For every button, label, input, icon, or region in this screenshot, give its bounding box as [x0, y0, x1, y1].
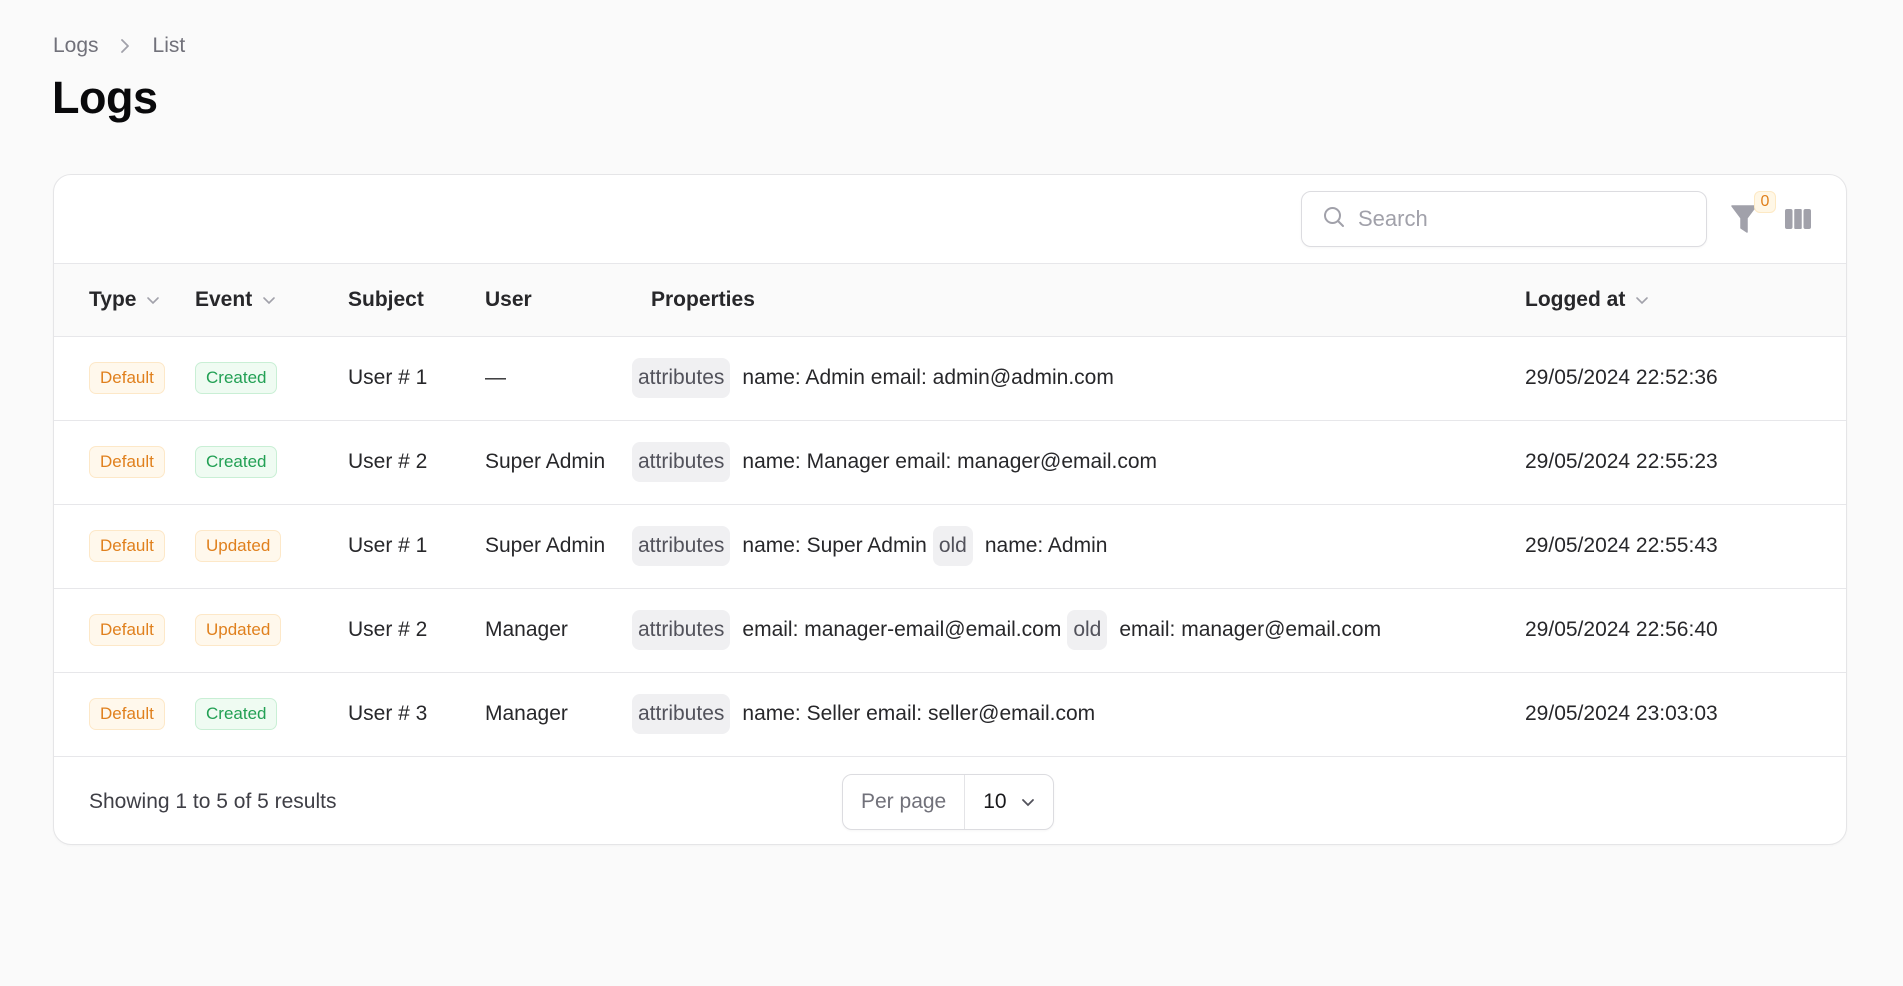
per-page-select[interactable]: 10 [965, 775, 1052, 829]
attributes-value: email: manager-email@email.com [742, 618, 1062, 641]
properties: attributes name: Manager email: manager@e… [632, 442, 1525, 482]
cell-subject: User # 1 [348, 534, 428, 557]
properties: attributes name: Super Admin old name: Admi… [632, 526, 1525, 566]
table-row[interactable]: Default Updated User # 1 Super Admin attribu… [54, 504, 1846, 588]
table-row[interactable]: Default Created User # 3 Manager attributes n… [54, 672, 1846, 756]
cell-logged-at: 29/05/2024 22:52:36 [1525, 366, 1718, 389]
column-header-type[interactable]: Type [54, 264, 195, 336]
cell-type: Default [54, 672, 195, 756]
table-row[interactable]: Default Updated User # 2 Manager attributes e… [54, 588, 1846, 672]
per-page-value: 10 [983, 789, 1007, 813]
breadcrumb-logs[interactable]: Logs [53, 34, 99, 58]
chevron-down-icon [146, 288, 160, 312]
attributes-value: name: Manager email: manager@email.com [742, 450, 1158, 473]
column-header-subject: Subject [348, 287, 424, 311]
cell-event: Updated [195, 588, 348, 672]
columns-icon [1784, 209, 1812, 235]
search-icon [1322, 205, 1346, 234]
properties: attributes name: Admin email: admin@admin… [632, 358, 1525, 398]
cell-type: Default [54, 588, 195, 672]
attributes-chip: attributes [632, 526, 731, 566]
search-field[interactable] [1301, 191, 1707, 247]
search-input[interactable] [1358, 206, 1698, 232]
cell-event: Created [195, 420, 348, 504]
cell-logged-at: 29/05/2024 23:03:03 [1525, 702, 1718, 725]
toggle-columns-button[interactable] [1784, 207, 1812, 231]
cell-logged-at: 29/05/2024 22:55:23 [1525, 450, 1718, 473]
event-badge: Updated [195, 614, 282, 646]
old-chip: old [932, 526, 973, 566]
event-badge: Updated [195, 530, 282, 562]
per-page-control: Per page 10 [842, 773, 1054, 830]
cell-event: Created [195, 336, 348, 420]
cell-user: — [485, 366, 506, 389]
attributes-value: name: Super Admin [742, 534, 927, 557]
attributes-chip: attributes [632, 610, 731, 650]
event-badge: Created [195, 698, 278, 730]
cell-subject: User # 2 [348, 450, 428, 473]
cell-properties: attributes email: manager-email@email.com… [632, 588, 1525, 672]
cell-event: Created [195, 672, 348, 756]
type-badge: Default [89, 698, 165, 730]
table-header-row: Type Event Subject User Properties Logge… [54, 264, 1846, 336]
old-chip: old [1067, 610, 1108, 650]
properties: attributes email: manager-email@email.com… [632, 610, 1525, 650]
column-header-event[interactable]: Event [195, 264, 348, 336]
type-badge: Default [89, 614, 165, 646]
chevron-down-icon [262, 288, 276, 312]
page-title: Logs [52, 72, 158, 123]
cell-properties: attributes name: Super Admin old name: Admi… [632, 504, 1525, 588]
cell-subject: User # 2 [348, 618, 428, 641]
column-header-properties: Properties [651, 287, 755, 311]
chevron-down-icon [1635, 288, 1649, 312]
cell-type: Default [54, 504, 195, 588]
event-badge: Created [195, 362, 278, 394]
cell-user: Manager [485, 702, 568, 725]
breadcrumb-list: List [152, 34, 186, 57]
cell-properties: attributes name: Seller email: seller@ema… [632, 672, 1525, 756]
attributes-chip: attributes [632, 358, 731, 398]
cell-user: Super Admin [485, 450, 606, 473]
attributes-chip: attributes [632, 442, 731, 482]
results-summary: Showing 1 to 5 of 5 results [89, 789, 337, 813]
type-badge: Default [89, 530, 165, 562]
cell-properties: attributes name: Manager email: manager@e… [632, 420, 1525, 504]
column-header-logged-at[interactable]: Logged at [1525, 264, 1846, 336]
old-value: email: manager@email.com [1119, 618, 1382, 641]
properties: attributes name: Seller email: seller@ema… [632, 694, 1525, 734]
per-page-label: Per page [843, 774, 966, 829]
chevron-right-icon [119, 37, 131, 55]
table-footer: Showing 1 to 5 of 5 results Per page 10 [54, 757, 1846, 845]
cell-user: Super Admin [485, 534, 606, 557]
cell-subject: User # 3 [348, 702, 428, 725]
chevron-down-icon [1021, 790, 1035, 814]
breadcrumb: Logs List [53, 34, 185, 58]
cell-type: Default [54, 336, 195, 420]
cell-user: Manager [485, 618, 568, 641]
filter-count-badge: 0 [1754, 191, 1776, 213]
type-badge: Default [89, 446, 165, 478]
table-toolbar: 0 [54, 175, 1846, 264]
old-value: name: Admin [984, 534, 1108, 557]
column-header-user: User [485, 287, 532, 311]
table-row[interactable]: Default Created User # 2 Super Admin attribu… [54, 420, 1846, 504]
funnel-icon [1730, 205, 1758, 240]
event-badge: Created [195, 446, 278, 478]
cell-properties: attributes name: Admin email: admin@admin… [632, 336, 1525, 420]
attributes-chip: attributes [632, 694, 731, 734]
logs-table: Type Event Subject User Properties Logge… [54, 264, 1846, 757]
type-badge: Default [89, 362, 165, 394]
cell-type: Default [54, 420, 195, 504]
cell-logged-at: 29/05/2024 22:55:43 [1525, 534, 1718, 557]
logs-table-card: 0 Type Event Subject User [53, 174, 1847, 845]
cell-subject: User # 1 [348, 366, 428, 389]
attributes-value: name: Admin email: admin@admin.com [742, 366, 1114, 389]
cell-event: Updated [195, 504, 348, 588]
attributes-value: name: Seller email: seller@email.com [742, 702, 1096, 725]
table-row[interactable]: Default Created User # 1 — attributes name: A… [54, 336, 1846, 420]
cell-logged-at: 29/05/2024 22:56:40 [1525, 618, 1718, 641]
